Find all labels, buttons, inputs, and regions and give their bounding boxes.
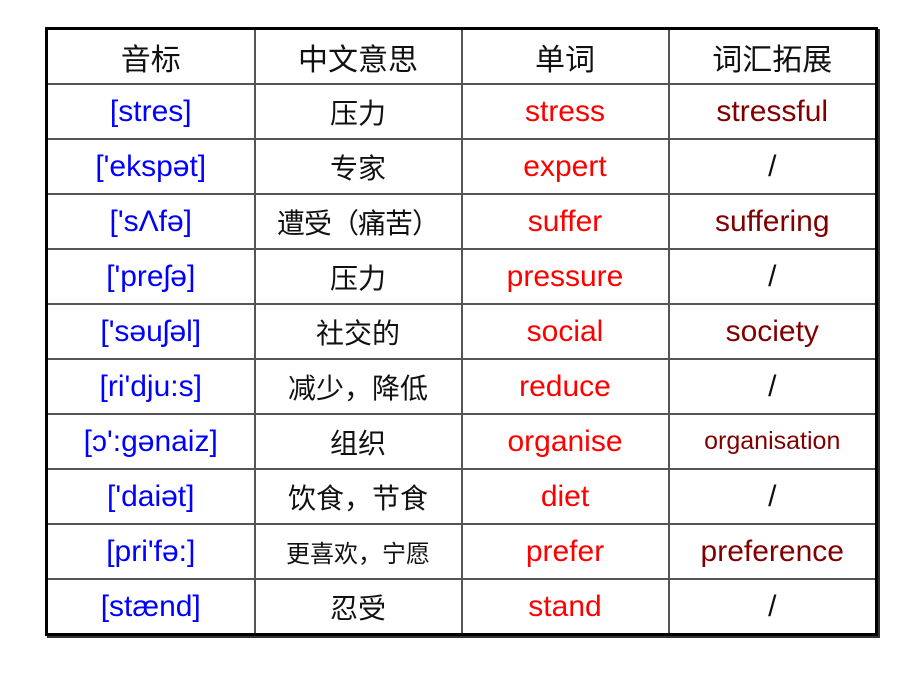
extension-cell: organisation [667, 413, 878, 470]
word-cell: prefer [460, 523, 670, 580]
phonetic-cell: ['səuʃəl] [45, 303, 256, 360]
word-cell: social [460, 303, 670, 360]
chinese-meaning-cell: 忍受 [253, 578, 463, 636]
chinese-meaning-cell: 更喜欢，宁愿 [253, 523, 463, 580]
table-row: [pri'fə:] 更喜欢，宁愿 prefer preference [45, 523, 878, 580]
table-row: ['preʃə] 压力 pressure / [45, 248, 878, 305]
chinese-meaning-cell: 组织 [253, 413, 463, 470]
word-cell: expert [460, 138, 670, 195]
extension-cell: / [667, 578, 878, 636]
chinese-meaning-cell: 压力 [253, 83, 463, 140]
word-cell: stress [460, 83, 670, 140]
table-row: [stres] 压力 stress stressful [45, 83, 878, 140]
table-row: [stænd] 忍受 stand / [45, 578, 878, 636]
table-row: ['daiət] 饮食，节食 diet / [45, 468, 878, 525]
vocabulary-table: 音标 中文意思 单词 词汇拓展 [stres] 压力 stress stressful… [45, 27, 878, 636]
phonetic-cell: ['daiət] [45, 468, 256, 525]
chinese-meaning-cell: 减少，降低 [253, 358, 463, 415]
chinese-meaning-cell: 压力 [253, 248, 463, 305]
word-cell: pressure [460, 248, 670, 305]
phonetic-cell: [stres] [45, 83, 256, 140]
extension-cell: stressful [667, 83, 878, 140]
phonetic-cell: ['preʃə] [45, 248, 256, 305]
header-row: 音标 中文意思 单词 词汇拓展 [45, 27, 878, 85]
extension-cell: / [667, 248, 878, 305]
word-cell: suffer [460, 193, 670, 250]
table-row: ['səuʃəl] 社交的 social society [45, 303, 878, 360]
header-chinese-meaning: 中文意思 [253, 27, 463, 85]
phonetic-cell: [ri'dju:s] [45, 358, 256, 415]
chinese-meaning-cell: 遭受（痛苦） [253, 193, 463, 250]
header-vocabulary-extension: 词汇拓展 [667, 27, 878, 85]
phonetic-cell: ['ekspət] [45, 138, 256, 195]
word-cell: diet [460, 468, 670, 525]
phonetic-cell: [stænd] [45, 578, 256, 636]
extension-cell: society [667, 303, 878, 360]
word-cell: reduce [460, 358, 670, 415]
table-row: ['ekspət] 专家 expert / [45, 138, 878, 195]
chinese-meaning-cell: 饮食，节食 [253, 468, 463, 525]
extension-cell: / [667, 358, 878, 415]
extension-cell: / [667, 138, 878, 195]
phonetic-cell: [ɔ':gənaiz] [45, 413, 256, 470]
table-body: [stres] 压力 stress stressful ['ekspət] 专家 exper… [45, 83, 878, 636]
chinese-meaning-cell: 专家 [253, 138, 463, 195]
word-cell: organise [460, 413, 670, 470]
extension-cell: preference [667, 523, 878, 580]
phonetic-cell: ['sΛfə] [45, 193, 256, 250]
chinese-meaning-cell: 社交的 [253, 303, 463, 360]
header-phonetic: 音标 [45, 27, 256, 85]
header-word: 单词 [460, 27, 670, 85]
table-row: ['sΛfə] 遭受（痛苦） suffer suffering [45, 193, 878, 250]
table-row: [ri'dju:s] 减少，降低 reduce / [45, 358, 878, 415]
table-row: [ɔ':gənaiz] 组织 organise organisation [45, 413, 878, 470]
word-cell: stand [460, 578, 670, 636]
extension-cell: suffering [667, 193, 878, 250]
phonetic-cell: [pri'fə:] [45, 523, 256, 580]
extension-cell: / [667, 468, 878, 525]
